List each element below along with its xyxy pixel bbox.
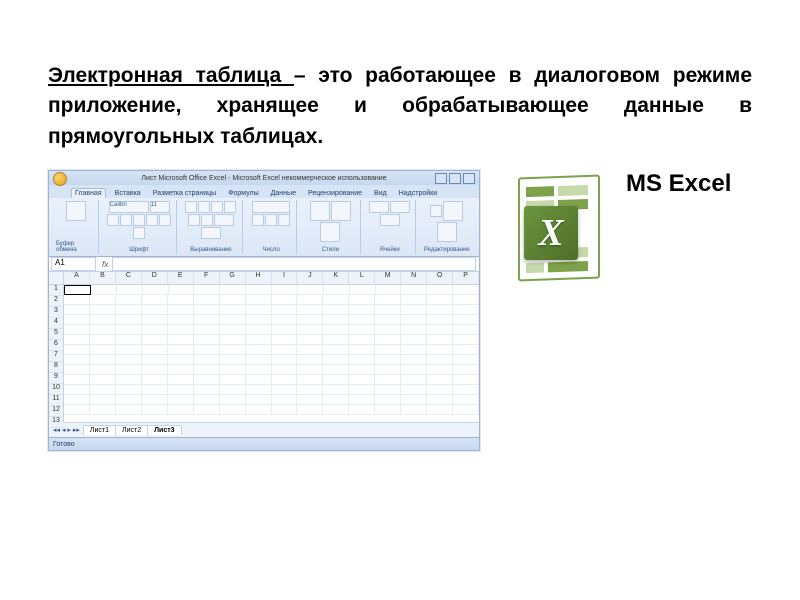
- ribbon-group-cells: Ячейки: [364, 200, 415, 254]
- excel-logo-icon: X: [490, 170, 618, 298]
- definition-text: Электронная таблица – это работающее в д…: [48, 61, 752, 152]
- excel-titlebar: Лист Microsoft Office Excel - Microsoft …: [49, 171, 479, 185]
- worksheet-grid: 1 2 3 4 5 6 7 8 9 10 11 12 13 A: [49, 272, 479, 422]
- align-icon: [198, 201, 210, 213]
- sheet-tab: Лист1: [83, 425, 116, 435]
- sum-icon: [430, 205, 442, 217]
- ribbon-tab: Разметка страницы: [150, 189, 220, 198]
- ribbon-tab: Рецензирование: [305, 189, 365, 198]
- ribbon-tab: Вставка: [112, 189, 144, 198]
- maximize-icon: [449, 173, 461, 184]
- comma-icon: [278, 214, 290, 226]
- insert-icon: [369, 201, 389, 213]
- format-icon: [380, 214, 400, 226]
- ribbon-tab: Формулы: [225, 189, 261, 198]
- align-icon: [201, 214, 213, 226]
- minimize-icon: [435, 173, 447, 184]
- wrap-icon: [214, 214, 234, 226]
- logo-block: X MS Excel: [490, 170, 731, 298]
- logo-label: MS Excel: [626, 170, 731, 199]
- sheet-tabs: ◂◂ ◂ ▸ ▸▸ Лист1 Лист2 Лист3: [49, 422, 479, 437]
- excel-x-icon: X: [538, 211, 563, 255]
- fx-icon: fx: [102, 260, 108, 269]
- ribbon-group-number: Число: [246, 200, 297, 254]
- align-icon: [188, 214, 200, 226]
- cell-styles-icon: [320, 222, 340, 242]
- percent-icon: [265, 214, 277, 226]
- ribbon: Буфер обмена Calibri 11 Шрифт: [49, 198, 479, 257]
- font-size-box: 11: [150, 201, 170, 213]
- ribbon-group-clipboard: Буфер обмена: [53, 200, 99, 254]
- number-format-box: [252, 201, 290, 213]
- delete-icon: [390, 201, 410, 213]
- content-row: Лист Microsoft Office Excel - Microsoft …: [48, 170, 752, 451]
- ribbon-tab: Вид: [371, 189, 390, 198]
- formula-input: [112, 257, 476, 271]
- align-icon: [185, 201, 197, 213]
- italic-icon: [120, 214, 132, 226]
- find-icon: [437, 222, 457, 242]
- formula-bar: A1 fx: [49, 257, 479, 272]
- sort-icon: [443, 201, 463, 221]
- paste-icon: [66, 201, 86, 221]
- ribbon-tab: Надстройки: [396, 189, 440, 198]
- window-title: Лист Microsoft Office Excel - Microsoft …: [141, 175, 386, 182]
- align-icon: [211, 201, 223, 213]
- currency-icon: [252, 214, 264, 226]
- office-button-icon: [53, 172, 67, 186]
- cond-format-icon: [310, 201, 330, 221]
- ribbon-tab: Данные: [268, 189, 299, 198]
- column-headers: A B C D E F G H I J K L M N O: [64, 272, 479, 285]
- ribbon-tab-home: Главная: [71, 188, 106, 198]
- sheet-nav-icon: ◂◂ ◂ ▸ ▸▸: [49, 426, 84, 434]
- font-color-icon: [133, 227, 145, 239]
- row-headers: 1 2 3 4 5 6 7 8 9 10 11 12 13: [49, 272, 64, 422]
- status-text: Готово: [53, 441, 75, 448]
- fill-icon: [159, 214, 171, 226]
- bold-icon: [107, 214, 119, 226]
- sheet-tab: Лист2: [115, 425, 148, 435]
- ribbon-tabs: Главная Вставка Разметка страницы Формул…: [49, 185, 479, 198]
- ribbon-group-editing: Редактирование: [419, 200, 475, 254]
- underline-icon: [133, 214, 145, 226]
- excel-window: Лист Microsoft Office Excel - Microsoft …: [48, 170, 480, 451]
- term: Электронная таблица: [48, 64, 294, 87]
- border-icon: [146, 214, 158, 226]
- select-all-corner: [49, 272, 63, 285]
- merge-icon: [201, 227, 221, 239]
- sheet-tab: Лист3: [147, 425, 181, 435]
- ribbon-group-styles: Стили: [300, 200, 361, 254]
- ribbon-group-font: Calibri 11 Шрифт: [102, 200, 177, 254]
- ribbon-group-alignment: Выравнивание: [180, 200, 243, 254]
- font-name-box: Calibri: [109, 201, 149, 213]
- window-controls: [435, 173, 475, 184]
- name-box: A1: [51, 257, 96, 271]
- status-bar: Готово: [49, 437, 479, 450]
- align-icon: [224, 201, 236, 213]
- table-icon: [331, 201, 351, 221]
- close-icon: [463, 173, 475, 184]
- cells: [64, 285, 479, 415]
